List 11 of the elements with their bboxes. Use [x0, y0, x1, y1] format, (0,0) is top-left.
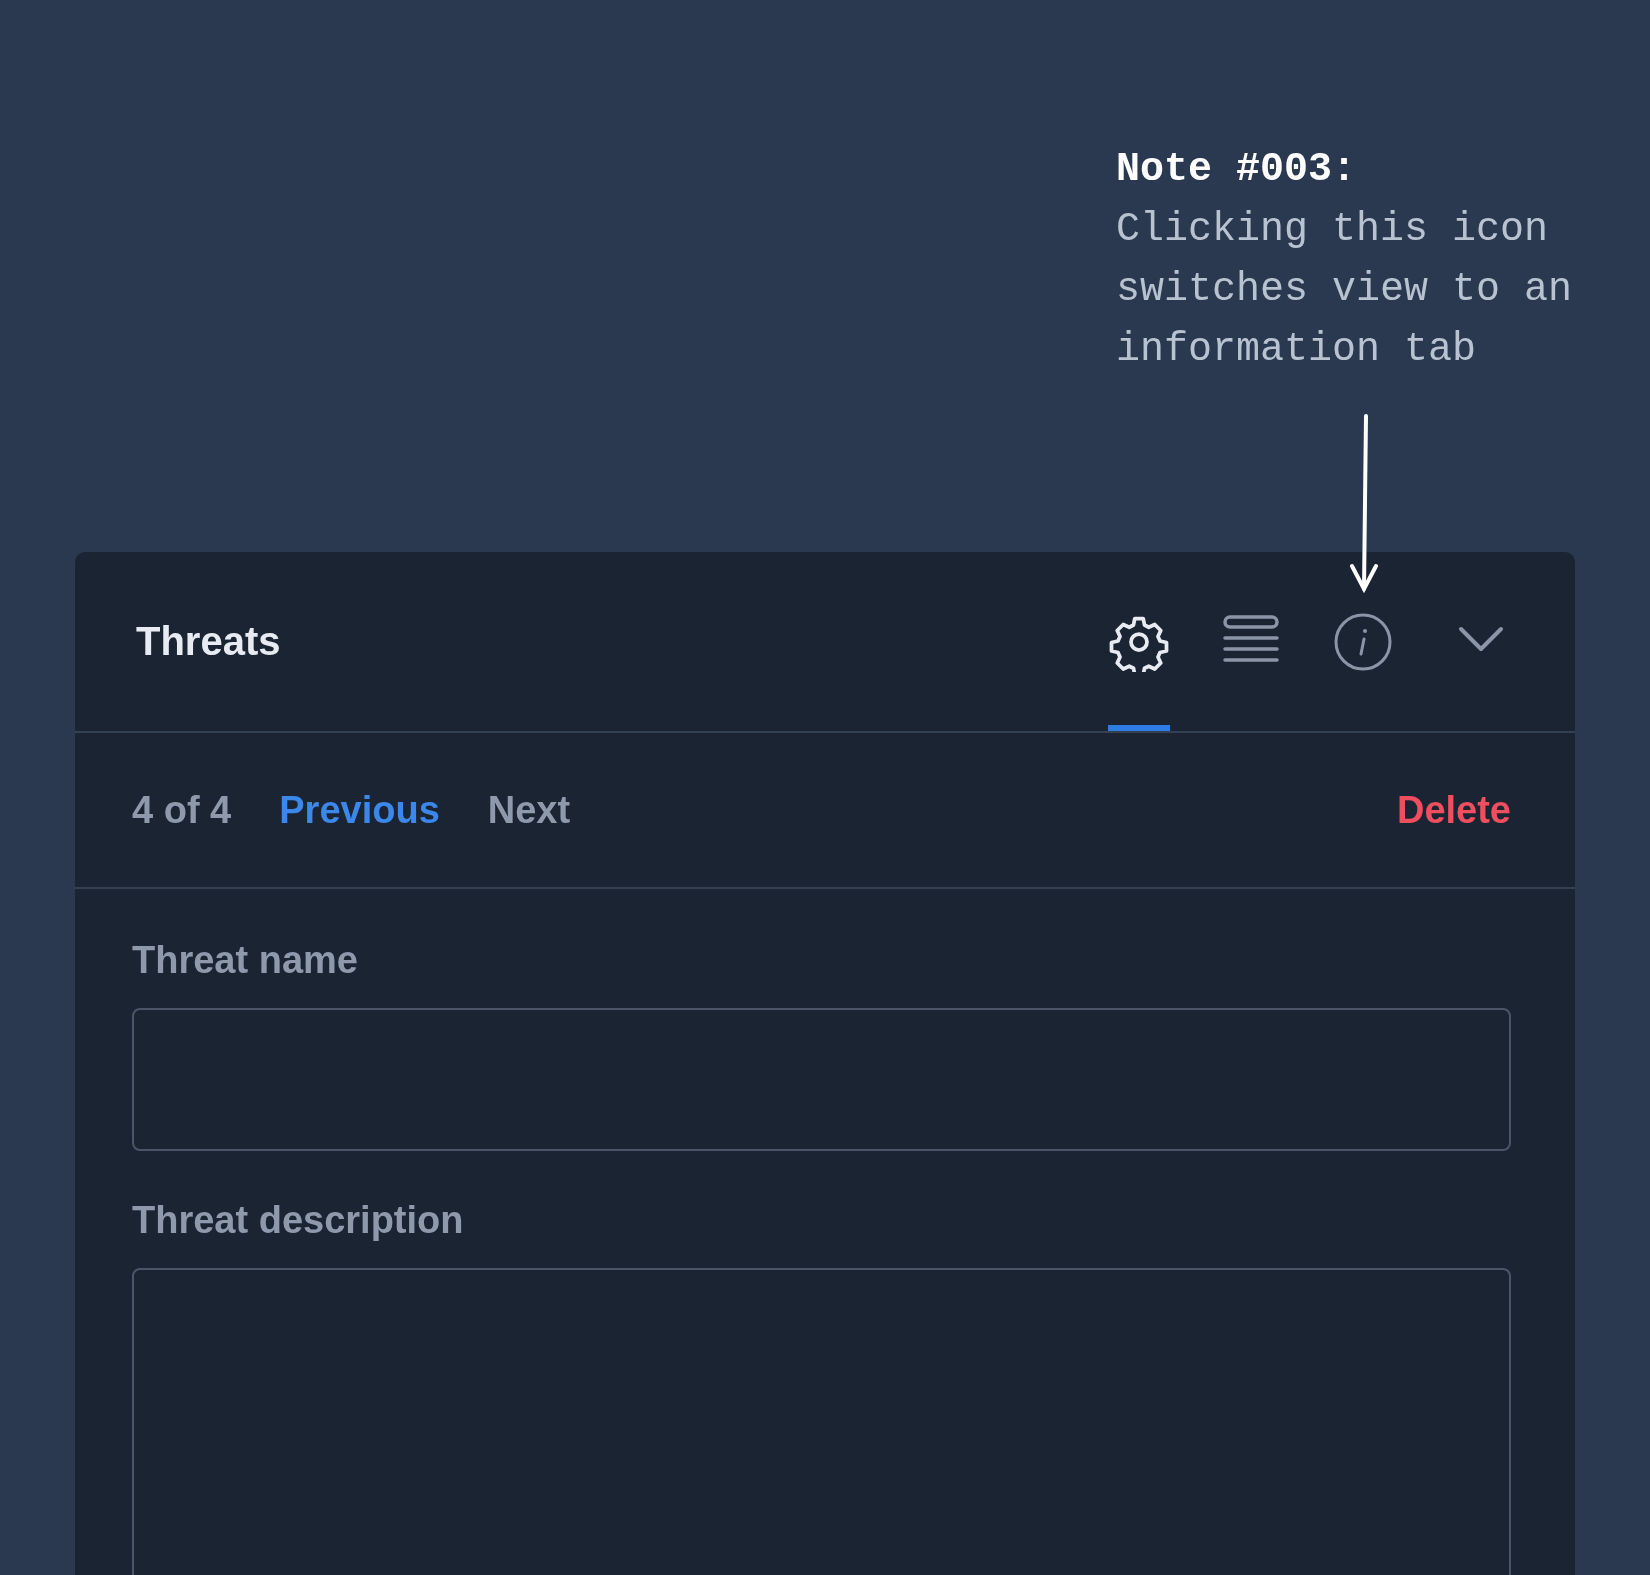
note-heading: Note #003:: [1116, 146, 1358, 194]
input-field[interactable]: [132, 1008, 1511, 1151]
page-count: 4 of 4: [132, 788, 232, 832]
panel-title: Threats: [136, 619, 281, 664]
previous-link[interactable]: Previous: [279, 788, 440, 832]
info-icon: [1333, 611, 1393, 672]
note-text: Clicking this icon switches view to an information tab: [1116, 206, 1573, 374]
field-label: Threat description: [132, 1199, 465, 1242]
delete-link[interactable]: Delete: [1396, 788, 1511, 832]
field-label: Threat name: [132, 939, 359, 982]
chevron-icon: [1458, 626, 1504, 654]
